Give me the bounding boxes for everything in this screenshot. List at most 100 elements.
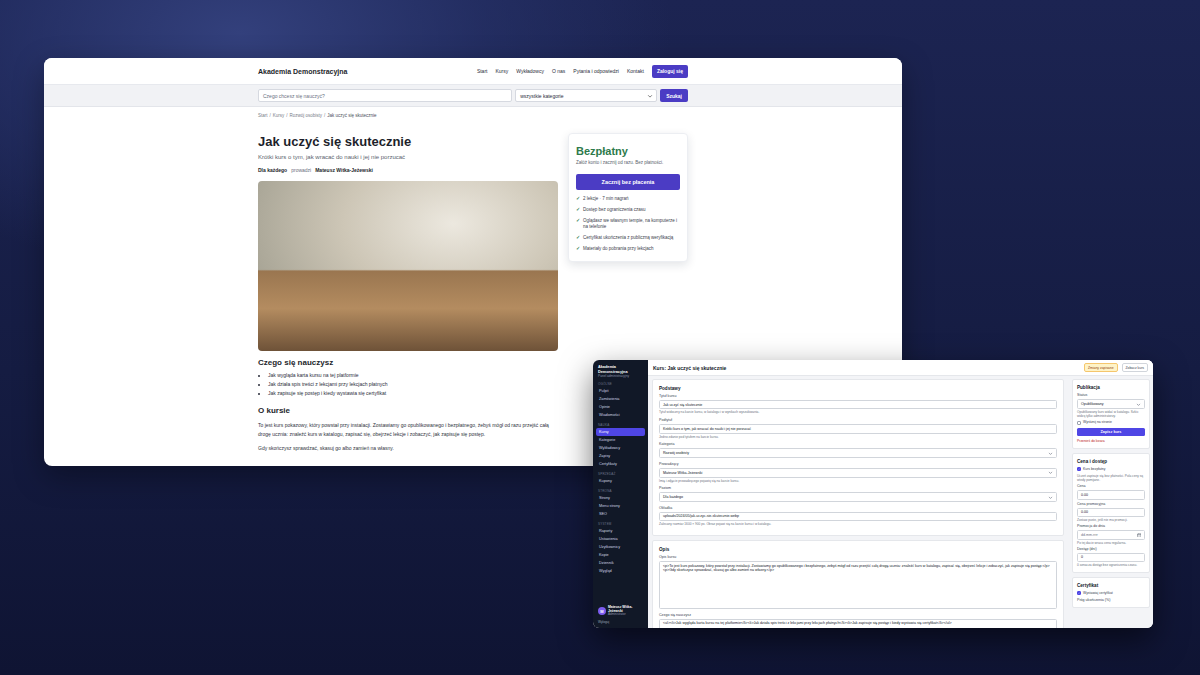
trash-link[interactable]: Przenieś do kosza [1077, 439, 1145, 443]
status-select[interactable]: Opublikowany [1077, 399, 1145, 409]
chevron-down-icon [1048, 470, 1053, 475]
sidebar-item[interactable]: Menu strony [596, 502, 645, 510]
checkbox[interactable] [1077, 467, 1081, 471]
breadcrumb-separator: / [324, 113, 325, 119]
search-input[interactable]: Czego chcesz się nauczyć? [258, 89, 512, 102]
publish-panel: Publikacja Status Opublikowany Opublikow… [1072, 379, 1150, 449]
field-hint: Jedno zdanie pod tytułem na karcie kursu… [659, 435, 1057, 439]
course-teacher[interactable]: Mateusz Witka-Jeżewski [315, 167, 373, 174]
sidebar-item[interactable]: Kupony [596, 477, 645, 485]
textarea[interactable]: <ul><li>Jak wygląda karta kursu na tej p… [659, 619, 1057, 628]
sidebar-item[interactable]: Wiadomości [596, 411, 645, 419]
sidebar-item[interactable]: Opinie [596, 403, 645, 411]
learn-heading: Czego się nauczysz [258, 358, 558, 368]
sidebar-item[interactable]: Strony [596, 494, 645, 502]
search-button[interactable]: Szukaj [660, 89, 688, 102]
course-subtitle: Krótki kurs o tym, jak wracać do nauki i… [258, 153, 558, 161]
site-logo[interactable]: Akademia Demonstracyjna [258, 68, 347, 75]
sidebar-item[interactable]: Raporty [596, 527, 645, 535]
field-value: Dla każdego [663, 495, 683, 499]
nav-link[interactable]: Pytania i odpowiedzi [573, 68, 619, 74]
field-label: Poziom [659, 486, 1057, 491]
select[interactable]: Dla każdego [659, 492, 1057, 502]
checkbox[interactable] [1077, 591, 1081, 595]
field-hint: Opublikowany kurs widać w katalogu. Szki… [1077, 410, 1145, 418]
login-button[interactable]: Zaloguj się [652, 65, 688, 78]
breadcrumb-separator: / [286, 113, 287, 119]
select[interactable]: Mateusz Witka-Jeżewski [659, 468, 1057, 478]
logout-link[interactable]: Wyloguj [598, 620, 643, 624]
sidebar-item[interactable]: Pulpit [596, 387, 645, 395]
save-button[interactable]: Zapisz kurs [1077, 428, 1145, 436]
nav-link[interactable]: Kontakt [627, 68, 644, 74]
nav-link[interactable]: Kursy [495, 68, 508, 74]
sidebar-item[interactable]: Kursy [596, 428, 645, 436]
feature-item: ✓ Dostęp bez ograniczenia czasu [576, 207, 680, 213]
panel-heading: Publikacja [1077, 384, 1145, 391]
field-label: Cena [1077, 484, 1145, 489]
sidebar-item[interactable]: Kategorie [596, 436, 645, 444]
nav-link[interactable]: Start [477, 68, 488, 74]
breadcrumb-item[interactable]: Start [258, 113, 268, 119]
sidebar-section-label: SPRZEDAŻ [596, 472, 645, 477]
sidebar-item[interactable]: Wygląd [596, 567, 645, 575]
sidebar-item[interactable]: Zapisy [596, 452, 645, 460]
start-button[interactable]: Zacznij bez płacenia [576, 174, 680, 190]
sidebar-item[interactable]: Wykładowcy [596, 444, 645, 452]
sidebar-item[interactable]: Ustawienia [596, 535, 645, 543]
admin-main: Kurs: Jak uczyć się skutecznie Zmiany za… [648, 360, 1153, 628]
panel-heading: Certyfikat [1077, 582, 1145, 589]
nav-link[interactable]: Wykładowcy [516, 68, 544, 74]
text-input[interactable]: Krótki kurs o tym, jak wracać do nauki i… [659, 424, 1057, 433]
field-hint: Zalecany rozmiar 1600 × 900 px. Obraz po… [659, 522, 1057, 526]
sidebar-item[interactable]: Zamówienia [596, 395, 645, 403]
nav-link[interactable]: O nas [552, 68, 565, 74]
field-value: dd.mm.rrrr [1081, 533, 1098, 537]
search-bar: Czego chcesz się nauczyć? wszystkie kate… [44, 85, 902, 107]
learn-item: Jak zapisuje się postęp i kiedy wystawia… [268, 389, 558, 398]
text-input[interactable]: 0.00 [1077, 508, 1145, 517]
chevron-down-icon [1048, 495, 1053, 500]
date-input[interactable]: dd.mm.rrrr [1077, 530, 1145, 540]
field-value: 0.00 [1081, 493, 1088, 497]
certificate-panel: Certyfikat Wystawiaj certyfikat Próg uko… [1072, 577, 1150, 608]
sidebar-section: OGÓLNE PulpitZamówieniaOpinieWiadomości [596, 382, 645, 419]
site-header: Akademia Demonstracyjna Start Kursy Wykład… [44, 58, 902, 85]
breadcrumb-item[interactable]: Kursy [273, 113, 285, 119]
sidebar-item[interactable]: Użytkownicy [596, 543, 645, 551]
feature-item: ✓ Certyfikat ukończenia z publiczną wery… [576, 235, 680, 241]
checkbox-label: Wystawiaj certyfikat [1083, 591, 1113, 596]
text-input[interactable]: Jak uczyć się skutecznie [659, 400, 1057, 409]
check-icon: ✓ [576, 218, 580, 230]
category-select[interactable]: wszystkie kategorie [515, 89, 657, 102]
sidebar-item[interactable]: Kopie [596, 551, 645, 559]
feature-text: Dostęp bez ograniczenia czasu [583, 207, 646, 213]
category-value: wszystkie kategorie [520, 93, 563, 99]
field-value: Krótki kurs o tym, jak wracać do nauki i… [663, 427, 751, 431]
breadcrumb-item[interactable]: Rozwój osobisty [290, 113, 323, 119]
search-row: Czego chcesz się nauczyć? wszystkie kate… [258, 89, 688, 102]
field-hint: 0 oznacza dostęp bez ograniczenia czasu. [1077, 563, 1145, 567]
checkbox[interactable] [1077, 421, 1081, 425]
text-input[interactable]: 0 [1077, 553, 1145, 562]
pricing-panel: Cena i dostęp Kurs bezpłatny Uczeń zapis… [1072, 453, 1150, 573]
admin-logo[interactable]: Akademia Demonstracyjna [596, 365, 645, 374]
free-checkbox-row[interactable]: Kurs bezpłatny [1077, 467, 1145, 472]
check-icon: ✓ [576, 235, 580, 241]
feature-text: Materiały do pobrania przy lekcjach [583, 246, 654, 252]
avatar-icon: M [598, 607, 606, 615]
sidebar-item[interactable]: Dziennik [596, 559, 645, 567]
feature-text: Certyfikat ukończenia z publiczną weryfi… [583, 235, 673, 241]
text-input[interactable]: uploads/2024/05/jak-uczyc-sie-skutecznie… [659, 512, 1057, 521]
textarea[interactable]: <p>To jest kurs pokazowy, który powstał … [659, 561, 1057, 609]
sidebar-item[interactable]: Certyfikaty [596, 460, 645, 468]
select[interactable]: Rozwój osobisty [659, 448, 1057, 458]
featured-checkbox-row[interactable]: Wyróżnij na stronie [1077, 420, 1145, 425]
user-text: Mateusz Witka-Jeżewski Administrator [608, 605, 643, 617]
main-nav: Start Kursy Wykładowcy O nas Pytania i odpow… [477, 65, 688, 78]
price-label: Bezpłatny [576, 144, 680, 158]
view-course-button[interactable]: Zobacz kurs [1122, 363, 1148, 372]
sidebar-item[interactable]: SEO [596, 510, 645, 518]
text-input[interactable]: 0.00 [1077, 490, 1145, 499]
certificate-checkbox-row[interactable]: Wystawiaj certyfikat [1077, 591, 1145, 596]
